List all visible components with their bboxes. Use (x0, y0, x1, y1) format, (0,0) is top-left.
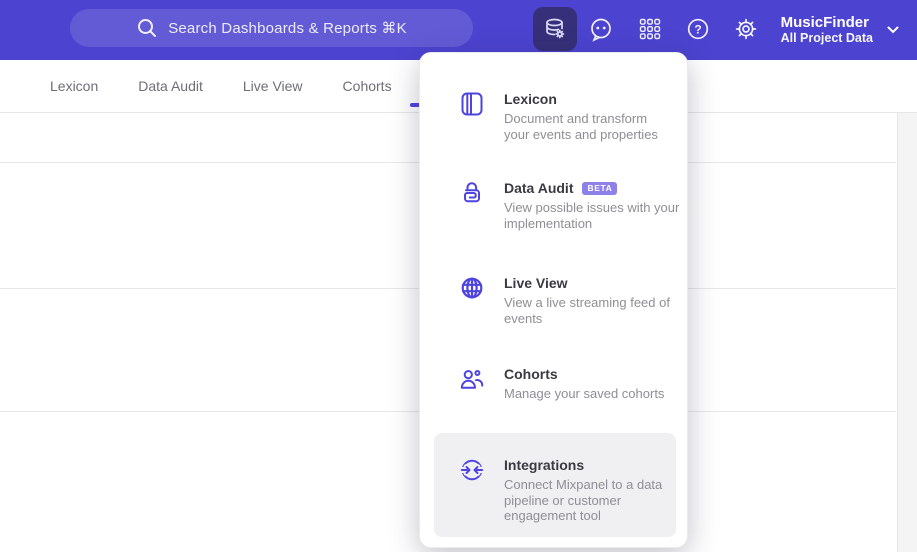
project-switcher[interactable]: MusicFinder All Project Data (775, 8, 905, 52)
search-input[interactable]: Search Dashboards & Reports ⌘K (70, 9, 473, 47)
menu-item-desc: Connect Mixpanel to a data (504, 477, 663, 492)
menu-item-desc: engagement tool (504, 508, 601, 523)
help-button[interactable]: ? (676, 7, 720, 51)
menu-item-desc: your events and properties (504, 126, 658, 142)
beta-badge: BETA (582, 181, 618, 196)
menu-item-title: Lexicon (504, 91, 557, 107)
globe-icon (459, 275, 485, 301)
people-icon (459, 366, 485, 392)
menu-item-title: Integrations (504, 457, 585, 473)
menu-item-desc: View possible issues with your (504, 200, 680, 215)
tab-lexicon[interactable]: Lexicon (50, 78, 98, 94)
audit-lock-icon (459, 180, 485, 206)
menu-item-live-view[interactable]: Live View View a live streaming feed of … (459, 275, 675, 326)
apps-menu: Lexicon Document and transform your even… (419, 52, 688, 548)
gear-icon (733, 16, 759, 42)
apps-grid-button[interactable] (628, 7, 672, 51)
menu-item-title: Data Audit (504, 180, 574, 196)
topbar: Search Dashboards & Reports ⌘K ? MusicFi… (0, 0, 917, 60)
chevron-down-icon (887, 26, 899, 34)
settings-button[interactable] (724, 7, 768, 51)
tab-live-view[interactable]: Live View (243, 78, 303, 94)
scroll-gutter (897, 113, 917, 552)
menu-item-lexicon[interactable]: Lexicon Document and transform your even… (459, 91, 675, 142)
menu-item-desc: Document and transform (504, 111, 648, 126)
menu-item-cohorts[interactable]: Cohorts Manage your saved cohorts (459, 366, 675, 402)
menu-item-desc: Manage your saved cohorts (504, 386, 665, 401)
tab-data-audit[interactable]: Data Audit (138, 78, 203, 94)
feedback-button[interactable] (579, 7, 623, 51)
svg-text:?: ? (694, 23, 701, 37)
help-icon: ? (685, 16, 711, 42)
menu-item-desc: events (504, 310, 543, 326)
data-management-button[interactable] (533, 7, 577, 51)
menu-item-data-audit[interactable]: Data Audit BETA View possible issues wit… (459, 180, 679, 231)
menu-item-desc: pipeline or customer (504, 492, 622, 508)
project-name: MusicFinder (780, 14, 869, 31)
menu-item-desc: View a live streaming feed of (504, 295, 670, 310)
menu-item-title: Live View (504, 275, 568, 291)
menu-item-title: Cohorts (504, 366, 558, 382)
sync-arrows-icon (459, 457, 485, 483)
grid-icon (637, 16, 663, 42)
search-placeholder: Search Dashboards & Reports ⌘K (168, 20, 407, 37)
database-gear-icon (542, 16, 568, 42)
search-icon (136, 17, 158, 39)
project-scope: All Project Data (780, 31, 873, 45)
menu-item-desc: implementation (504, 215, 593, 231)
book-icon (459, 91, 485, 117)
chat-bubble-icon (588, 16, 614, 42)
menu-item-integrations[interactable]: Integrations Connect Mixpanel to a data … (459, 457, 675, 524)
tab-cohorts[interactable]: Cohorts (343, 78, 392, 94)
